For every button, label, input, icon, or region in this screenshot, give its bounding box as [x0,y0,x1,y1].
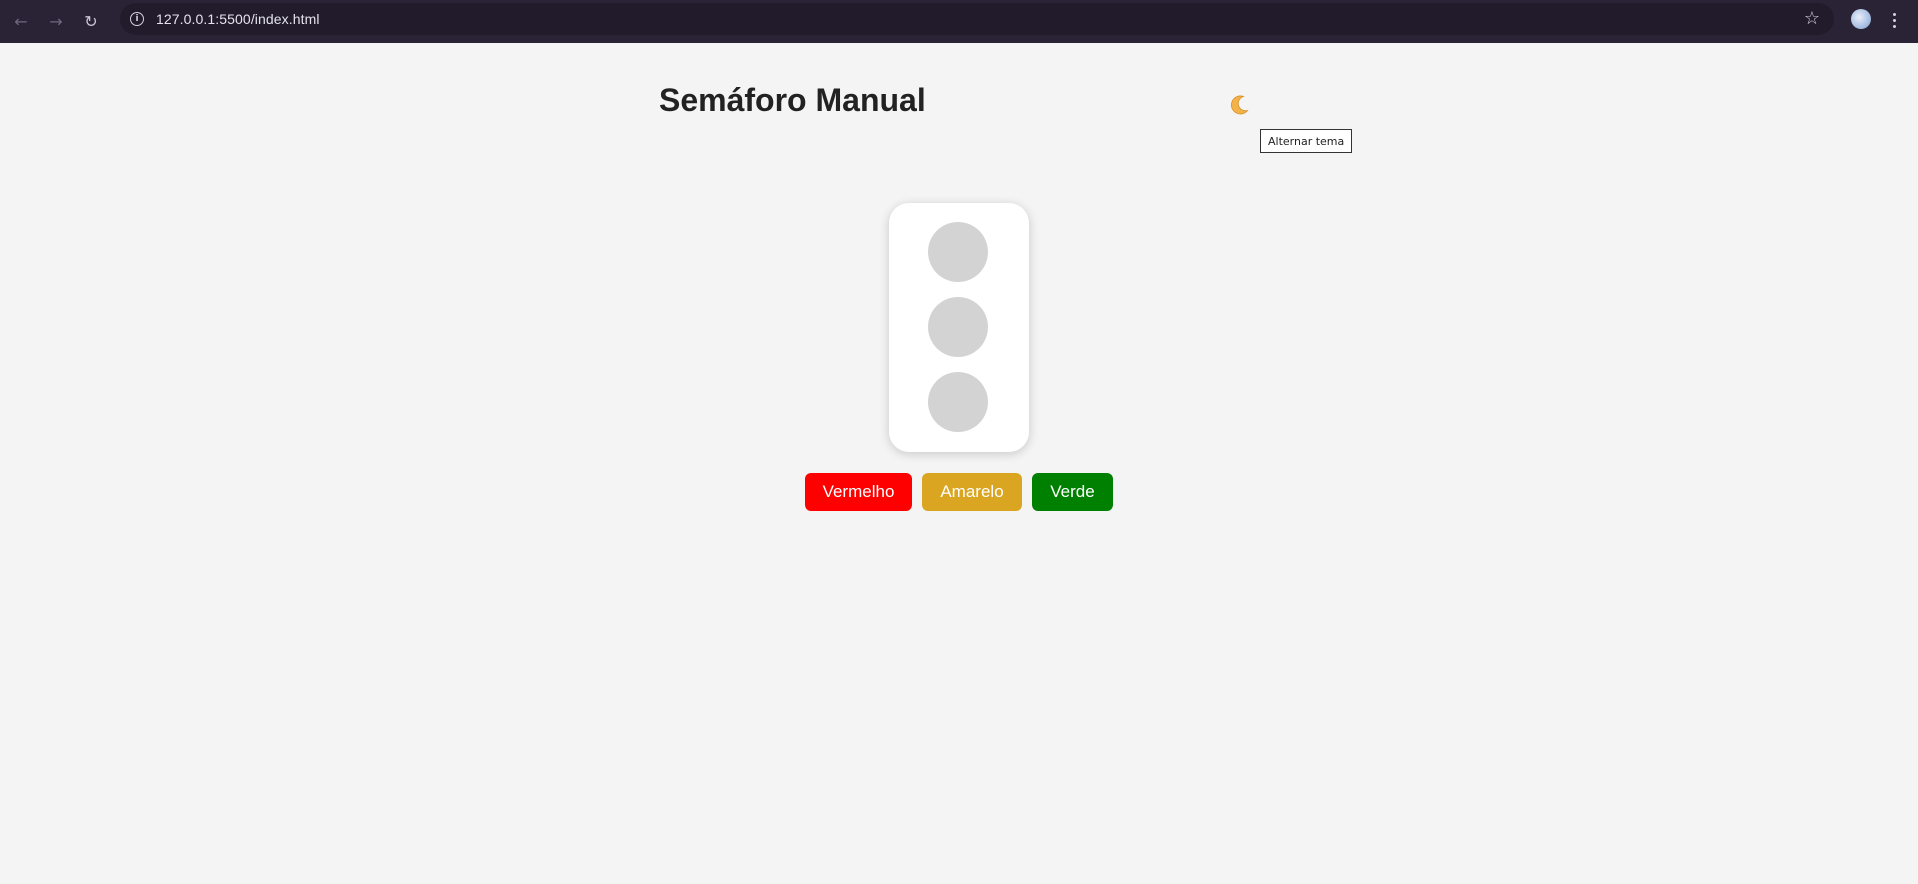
lamp-red [928,222,988,282]
kebab-menu-icon[interactable] [1884,8,1904,32]
control-buttons: Vermelho Amarelo Verde [805,473,1113,511]
reload-icon[interactable]: ↻ [78,8,104,34]
back-arrow-icon[interactable]: ← [8,8,34,34]
url-text[interactable]: 127.0.0.1:5500/index.html [156,11,320,27]
info-icon[interactable]: i [130,12,144,26]
moon-icon [1231,95,1249,115]
theme-tooltip: Alternar tema [1260,129,1353,153]
address-bar[interactable]: i 127.0.0.1:5500/index.html ☆ [120,3,1834,35]
lamp-green [928,372,988,432]
traffic-light [889,203,1029,452]
lamp-yellow [928,297,988,357]
green-button[interactable]: Verde [1032,473,1113,511]
theme-toggle-button[interactable] [1227,93,1251,117]
forward-arrow-icon[interactable]: → [43,8,69,34]
yellow-button[interactable]: Amarelo [922,473,1022,511]
red-button[interactable]: Vermelho [805,473,912,511]
page-title: Semáforo Manual [659,82,926,118]
browser-toolbar: ← → ↻ i 127.0.0.1:5500/index.html ☆ [0,0,1918,43]
profile-avatar[interactable] [1851,9,1871,29]
star-icon[interactable]: ☆ [1804,8,1820,29]
